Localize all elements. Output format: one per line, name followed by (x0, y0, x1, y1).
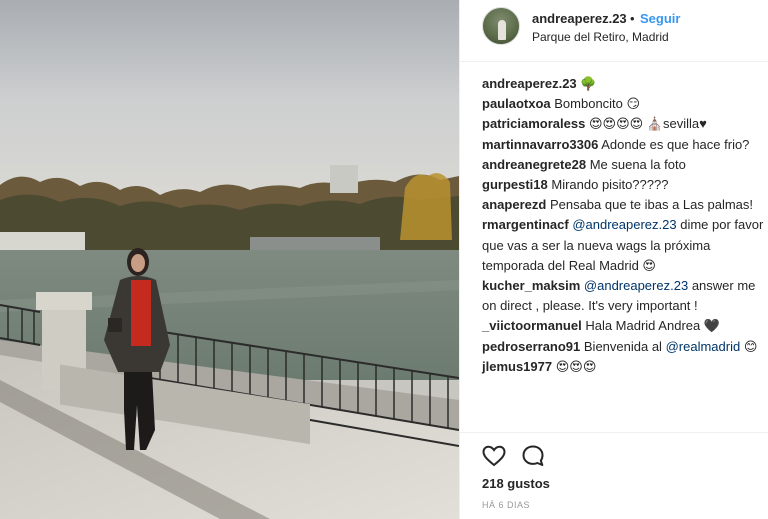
comment-mention[interactable]: @andreaperez.23 (584, 278, 688, 293)
comment-item: rmargentinacf @andreaperez.23 dime por f… (482, 215, 764, 276)
comment-username[interactable]: martinnavarro3306 (482, 137, 598, 152)
comment-text: Bienvenida al (583, 338, 662, 354)
location-link[interactable]: Parque del Retiro, Madrid (532, 30, 669, 44)
comment-text: Me suena la foto (589, 156, 686, 172)
post-photo[interactable] (0, 0, 459, 519)
comment-username[interactable]: andreanegrete28 (482, 157, 586, 172)
speech-bubble-icon[interactable] (520, 443, 546, 469)
comment-username[interactable]: patriciamoraless (482, 116, 585, 131)
comment-item: paulaotxoa Bomboncito 😏 (482, 94, 764, 114)
comment-item: patriciamoraless 😍😍😍😍 ⛪sevilla♥ (482, 114, 764, 134)
comment-item: andreanegrete28 Me suena la foto (482, 155, 764, 175)
comment-text: Bomboncito 😏 (554, 96, 641, 112)
comment-username[interactable]: kucher_maksim (482, 278, 580, 293)
comment-item: kucher_maksim @andreaperez.23 answer me … (482, 276, 764, 316)
comment-username[interactable]: paulaotxoa (482, 96, 551, 111)
comment-text-after: 😊 (743, 338, 758, 354)
post-actions: 218 gustos HÁ 6 DIAS (460, 432, 768, 519)
header-username[interactable]: andreaperez.23 (532, 11, 627, 26)
follow-button[interactable]: Seguir (640, 11, 680, 26)
heart-outline-icon[interactable] (481, 443, 507, 469)
post-header: andreaperez.23 • Seguir Parque del Retir… (460, 0, 768, 62)
comment-mention[interactable]: @andreaperez.23 (572, 217, 676, 232)
comment-item: jlemus1977 😍😍😍 (482, 357, 764, 377)
comment-mention[interactable]: @realmadrid (666, 339, 741, 354)
comment-item: pedroserrano91 Bienvenida al @realmadrid… (482, 337, 764, 357)
comment-item: _viictoormanuel Hala Madrid Andrea 🖤 (482, 316, 764, 336)
comment-username[interactable]: rmargentinacf (482, 217, 569, 232)
comment-item: anaperezd Pensaba que te ibas a Las palm… (482, 195, 764, 215)
caption-text: 🌳 (580, 76, 597, 91)
comment-item: gurpesti18 Mirando pisito????? (482, 175, 764, 195)
comment-text: Pensaba que te ibas a Las palmas! (549, 197, 754, 213)
comment-text: Mirando pisito????? (551, 177, 669, 193)
comment-username[interactable]: anaperezd (482, 197, 546, 212)
comment-item: martinnavarro3306 Adonde es que hace fri… (482, 135, 764, 155)
comment-text: 😍😍😍😍 ⛪sevilla♥ (588, 116, 707, 132)
comments-list: andreaperez.23 🌳 paulaotxoa Bomboncito 😏… (482, 74, 764, 377)
comment-username[interactable]: gurpesti18 (482, 177, 548, 192)
photo-scene (0, 0, 459, 519)
comment-username[interactable]: _viictoormanuel (482, 318, 582, 333)
comment-text: 😍😍😍 (555, 358, 597, 374)
comment-username[interactable]: pedroserrano91 (482, 339, 580, 354)
caption-username[interactable]: andreaperez.23 (482, 76, 577, 91)
likes-count[interactable]: 218 gustos (482, 476, 550, 491)
post-sidebar: andreaperez.23 • Seguir Parque del Retir… (459, 0, 768, 519)
caption: andreaperez.23 🌳 (482, 74, 764, 94)
avatar[interactable] (482, 7, 520, 45)
header-separator: • (630, 11, 635, 26)
comment-text: Adonde es que hace frio? (601, 136, 750, 152)
comment-username[interactable]: jlemus1977 (482, 359, 552, 374)
comment-text: Hala Madrid Andrea 🖤 (585, 318, 721, 334)
post-timestamp: HÁ 6 DIAS (482, 500, 531, 510)
